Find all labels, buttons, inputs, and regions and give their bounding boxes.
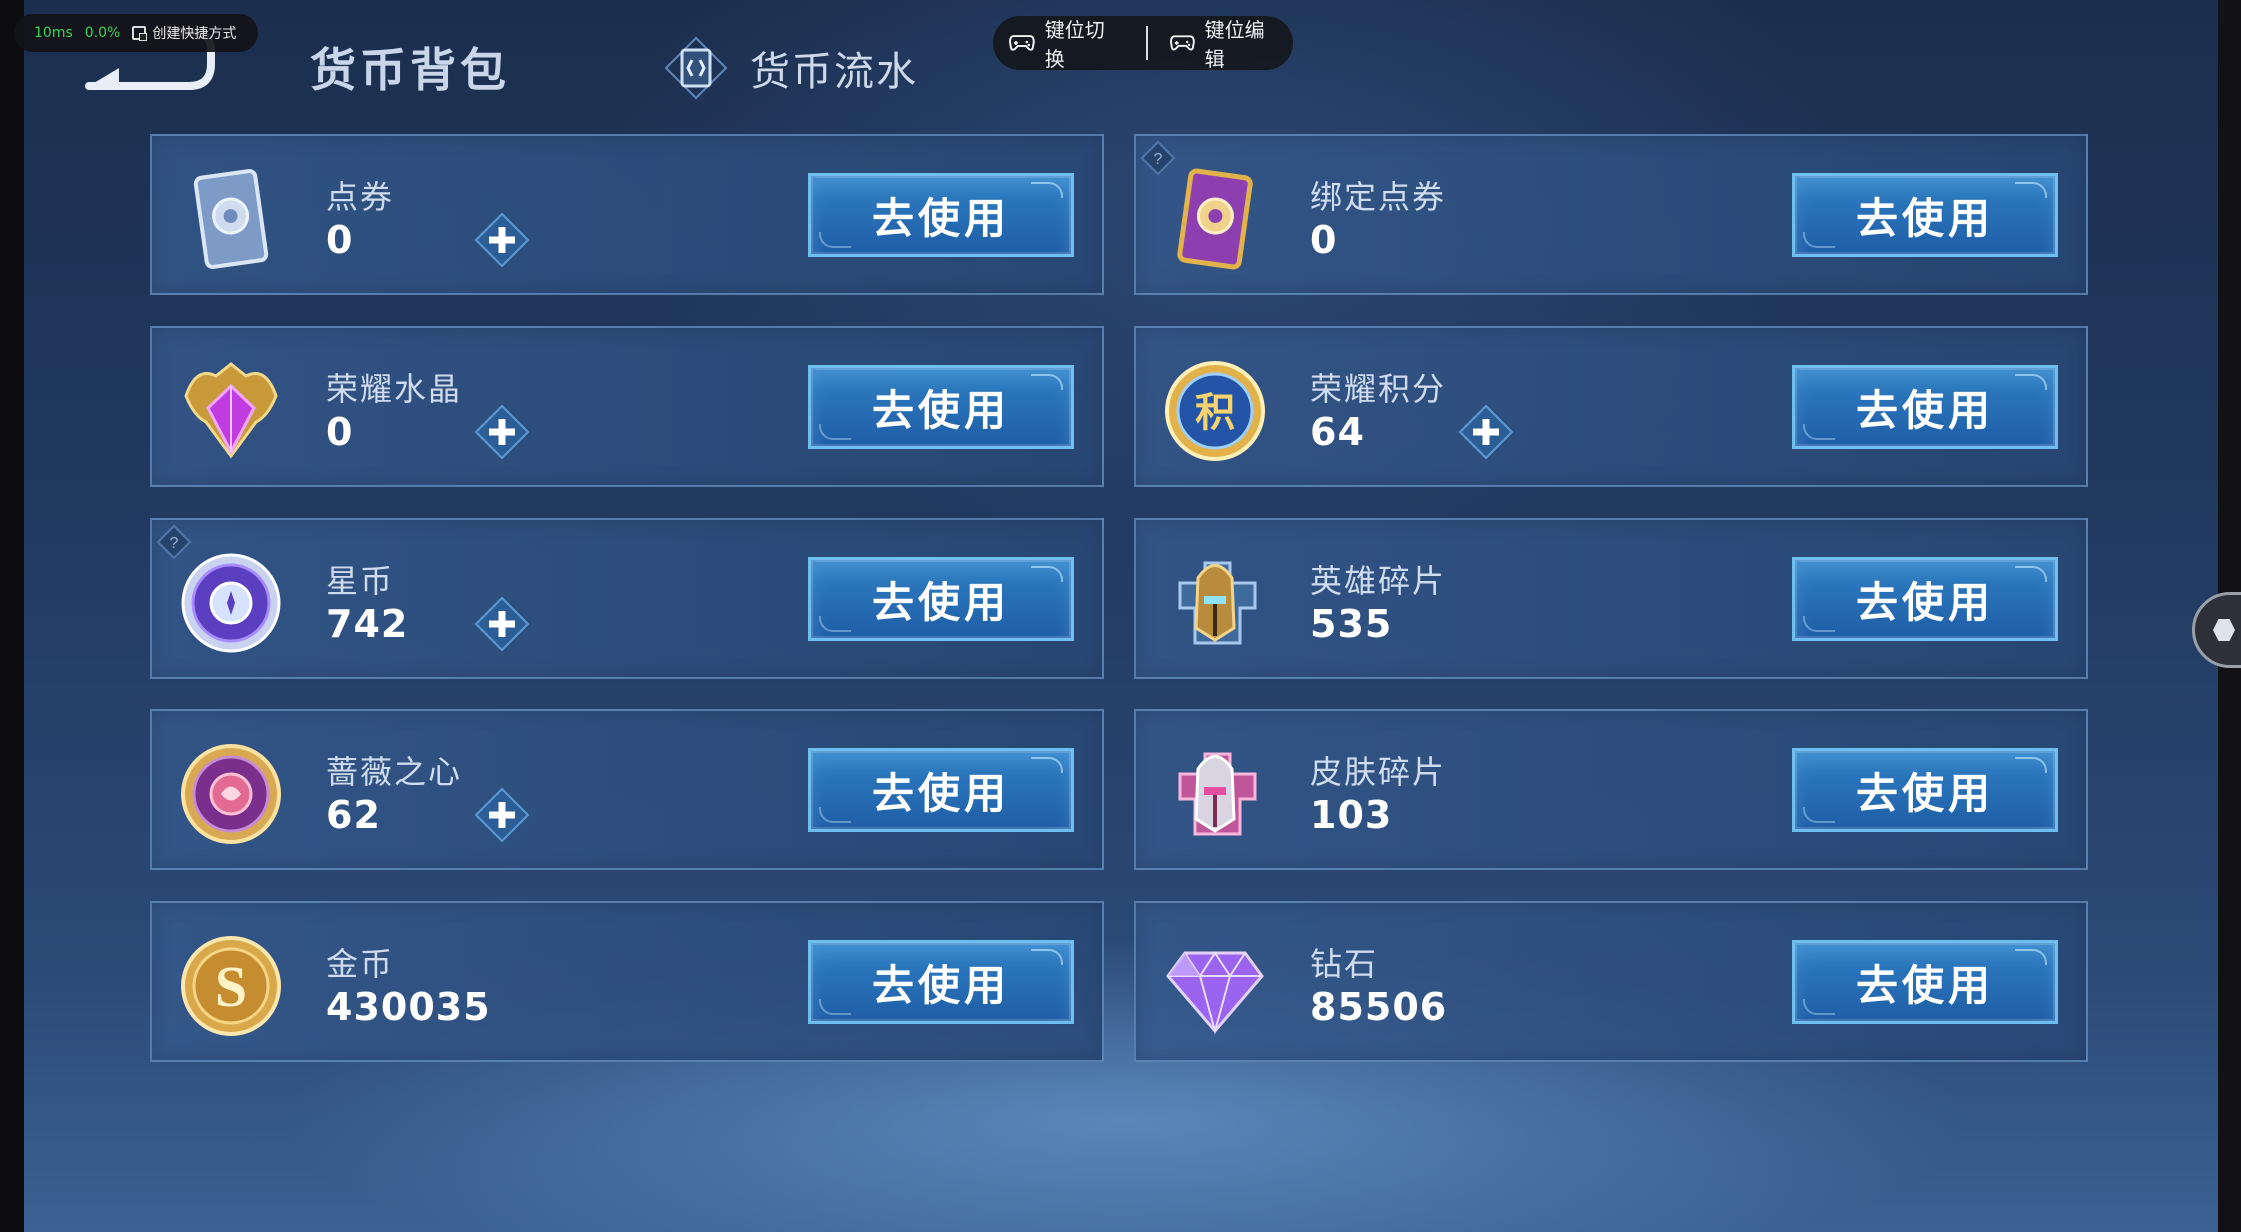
key-edit-button[interactable]: 键位编辑 [1158,16,1293,71]
currency-amount: 103 [1310,793,1393,837]
tab-currency-flow[interactable]: 货币流水 [664,28,918,108]
use-button[interactable]: 去使用 [808,557,1074,641]
currency-amount: 535 [1310,602,1393,646]
add-plus-icon[interactable] [474,596,530,652]
add-plus-icon[interactable] [474,212,530,268]
use-button[interactable]: 去使用 [808,173,1074,257]
currency-amount: 0 [326,218,354,262]
currency-card-glory-points: 积 荣耀积分 64 去使用 [1134,326,2088,487]
page-title: 货币背包 [310,43,510,97]
currency-name: 皮肤碎片 [1310,753,1447,791]
tab-currency-flow-label: 货币流水 [750,49,918,95]
use-button[interactable]: 去使用 [1792,940,2058,1024]
currency-card-rose-heart: 蔷薇之心 62 去使用 [150,709,1104,870]
currency-amount: 85506 [1310,985,1448,1029]
diamond-icon [1166,951,1264,1035]
use-button[interactable]: 去使用 [808,748,1074,832]
svg-text:积: 积 [1195,390,1235,436]
create-shortcut-label[interactable]: 创建快捷方式 [152,23,236,43]
gamepad-icon [1009,35,1035,51]
currency-card-gold-coin: S 金币 430035 去使用 [150,901,1104,1062]
coupon-card-icon [193,169,269,269]
key-switch-label: 键位切换 [1044,18,1105,71]
currency-name: 星币 [326,562,395,600]
currency-name: 蔷薇之心 [326,753,463,791]
bound-coupon-card-icon [1177,168,1253,270]
currency-amount: 742 [326,602,409,646]
add-plus-icon[interactable] [474,787,530,843]
use-button[interactable]: 去使用 [808,940,1074,1024]
key-switch-button[interactable]: 键位切换 [993,16,1136,71]
currency-name: 荣耀水晶 [326,370,463,408]
currency-amount: 0 [326,410,354,454]
add-plus-icon[interactable] [474,404,530,460]
currency-name: 英雄碎片 [1310,562,1447,600]
key-control-bar: 键位切换 键位编辑 [993,16,1293,71]
currency-card-bound-coupon: ? 绑定点券 0 去使用 [1134,134,2088,295]
currency-amount: 62 [326,793,381,837]
gamepad-icon [1169,35,1195,51]
hero-fragment-icon [1178,561,1257,645]
currency-card-skin-fragment: 皮肤碎片 103 去使用 [1134,709,2088,870]
use-button[interactable]: 去使用 [808,365,1074,449]
currency-name: 钻石 [1310,945,1379,983]
currency-name: 荣耀积分 [1310,370,1447,408]
shortcut-icon[interactable] [132,26,148,41]
currency-name: 点券 [326,178,395,216]
use-button[interactable]: 去使用 [1792,365,2058,449]
currency-flow-icon [664,36,728,100]
game-screen: 货币背包 货币流水 点券 0 去使用 ? 绑定点券 0 去使用 荣耀水晶 0 去… [24,0,2218,1232]
currency-card-hero-fragment: 英雄碎片 535 去使用 [1134,518,2088,679]
gold-coin-icon: S [181,936,281,1036]
currency-name: 金币 [326,945,395,983]
currency-card-coupon: 点券 0 去使用 [150,134,1104,295]
glory-crystal-icon [184,362,278,459]
use-button[interactable]: 去使用 [1792,557,2058,641]
add-plus-icon[interactable] [1458,404,1514,460]
currency-card-star-coin: ? 星币 742 去使用 [150,518,1104,679]
currency-card-diamond: 钻石 85506 去使用 [1134,901,2088,1062]
skin-fragment-icon [1178,752,1257,836]
use-button[interactable]: 去使用 [1792,173,2058,257]
key-edit-label: 键位编辑 [1204,18,1265,71]
divider [1145,26,1148,60]
currency-card-glory-crystal: 荣耀水晶 0 去使用 [150,326,1104,487]
svg-text:S: S [215,954,247,1019]
currency-amount: 430035 [326,985,491,1029]
usage-readout: 0.0% [84,25,121,41]
use-button[interactable]: 去使用 [1792,748,2058,832]
currency-amount: 64 [1310,410,1365,454]
rose-heart-icon [181,744,281,844]
glory-points-icon: 积 [1165,361,1265,461]
currency-amount: 0 [1310,218,1338,262]
latency-readout: 10ms [34,25,73,41]
performance-overlay: 10ms 0.0% 创建快捷方式 [14,14,258,52]
star-coin-icon [181,553,281,653]
currency-name: 绑定点券 [1310,178,1447,216]
